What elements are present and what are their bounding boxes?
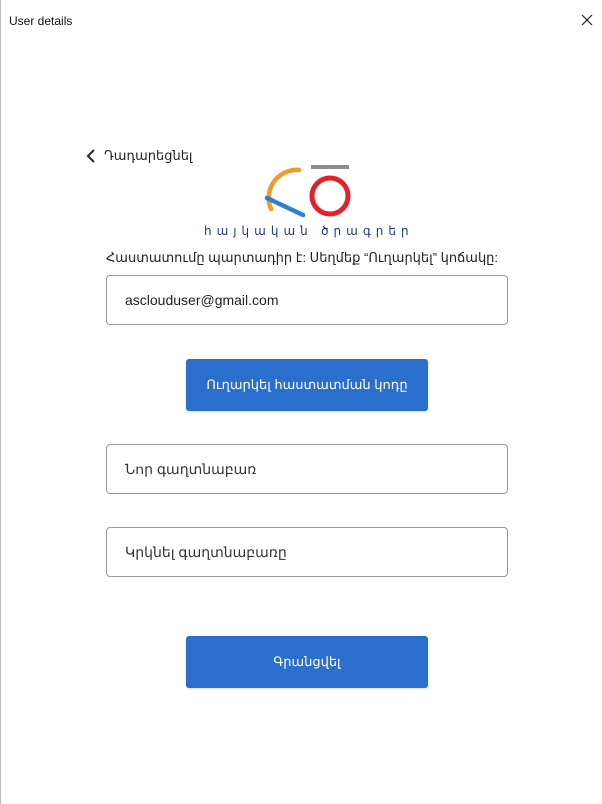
confirmation-hint: Հաստատումը պարտադիր է: Սեղմեք “Ուղարկել”… [106,250,499,265]
back-link-label: Դադարեցնել [104,148,193,163]
new-password-input[interactable] [125,445,507,493]
title-bar: User details [1,0,602,40]
close-icon [581,14,593,26]
repeat-password-field[interactable] [106,527,508,577]
user-details-window: User details Դադարեցնել հայկական ծրագրեր… [0,0,602,804]
back-link[interactable]: Դադարեցնել [86,148,192,164]
send-code-button[interactable]: Ուղարկել հաստատման կոդը [186,359,428,411]
app-logo [264,165,351,218]
new-password-field[interactable] [106,444,508,494]
logo-tagline: հայկական ծրագրեր [204,224,414,238]
email-field[interactable] [106,275,508,325]
close-button[interactable] [575,8,599,32]
repeat-password-input[interactable] [125,528,507,576]
register-button[interactable]: Գրանցվել [186,636,428,688]
chevron-left-icon [86,149,95,163]
window-title: User details [9,14,73,28]
email-input[interactable] [125,276,507,324]
